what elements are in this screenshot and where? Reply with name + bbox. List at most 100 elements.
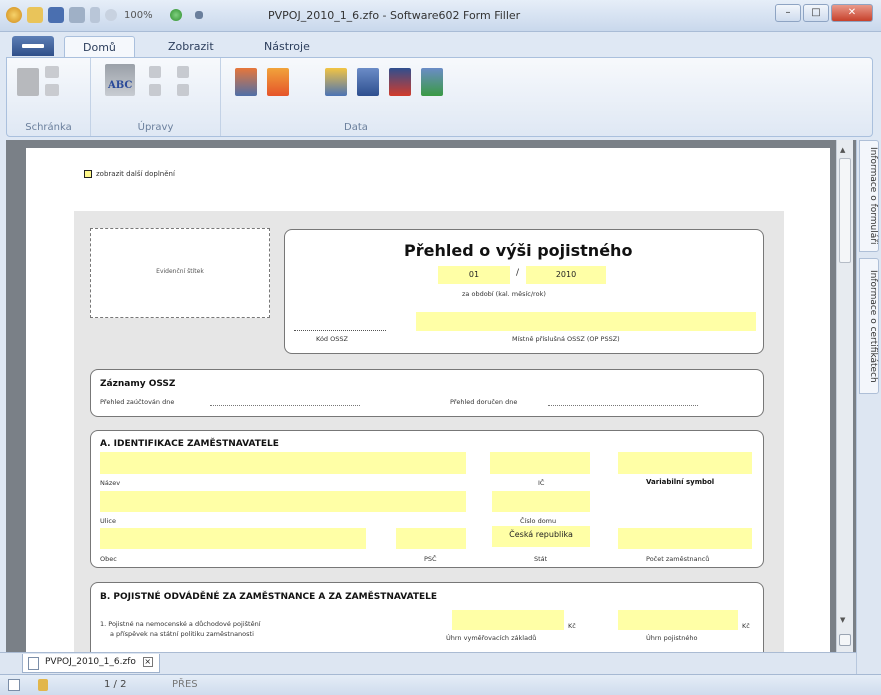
scroll-thumb[interactable] — [839, 158, 851, 263]
form-page: zobrazit další doplnění Evidenční štítek… — [26, 148, 830, 652]
page-indicator: 1 / 2 — [104, 679, 127, 690]
currency-label-2: Kč — [742, 622, 750, 630]
lock-icon — [38, 679, 48, 691]
period-month-field[interactable]: 01 — [438, 266, 510, 284]
print-icon[interactable] — [69, 7, 85, 23]
ic-label: IČ — [538, 479, 545, 487]
form-title: Přehled o výši pojistného — [404, 241, 633, 260]
assessment-base-field[interactable] — [452, 610, 564, 630]
ribbon: Schránka ABC Úpravy Data — [6, 57, 873, 137]
premium-total-field[interactable] — [618, 610, 738, 630]
section-a-heading: A. IDENTIFIKACE ZAMĚSTNAVATELE — [100, 439, 279, 449]
zoom-out-icon[interactable] — [105, 9, 117, 21]
tab-nastroje[interactable]: Nástroje — [246, 36, 328, 57]
export-data-icon[interactable] — [267, 68, 289, 96]
section-b-heading: B. POJISTNÉ ODVÁDĚNÉ ZA ZAMĚSTNANCE A ZA… — [100, 592, 438, 602]
document-tab-bar: PVPOJ_2010_1_6.zfo × — [0, 652, 856, 674]
group-data-label: Data — [344, 122, 368, 133]
street-label: Ulice — [100, 517, 116, 525]
maximize-button[interactable]: □ — [803, 4, 829, 22]
customize-toolbar-icon[interactable] — [194, 11, 203, 19]
street-field[interactable] — [100, 491, 466, 512]
save-data-icon[interactable] — [357, 68, 379, 96]
status-bar: 1 / 2 PŘES — [0, 674, 881, 695]
zoom-level: 100% — [124, 9, 153, 21]
tab-certificate-info[interactable]: Informace o certifikátech — [859, 258, 879, 394]
period-year-field[interactable]: 2010 — [526, 266, 606, 284]
local-ossz-label: Místně příslušná OSSZ (OP PSSZ) — [512, 335, 620, 343]
house-number-label: Číslo domu — [520, 517, 557, 525]
group-clipboard-label: Schránka — [25, 122, 72, 133]
period-label: za období (kal. měsíc/rok) — [462, 290, 546, 298]
city-label: Obec — [100, 555, 117, 563]
show-more-toggle[interactable]: zobrazit další doplnění — [84, 170, 175, 178]
tab-form-info[interactable]: Informace o formuláři — [859, 140, 879, 252]
country-field[interactable]: Česká republika — [492, 526, 590, 547]
close-button[interactable]: ✕ — [831, 4, 873, 22]
save-icon[interactable] — [48, 7, 64, 23]
spellcheck-icon[interactable]: ABC — [105, 64, 135, 96]
vertical-scrollbar[interactable]: ▲ ▼ — [836, 140, 853, 652]
document-status-icon — [8, 679, 20, 691]
copy-icon[interactable] — [45, 84, 59, 96]
replace-icon[interactable] — [149, 84, 161, 96]
zoom-in-icon[interactable] — [169, 9, 182, 21]
application-menu-button[interactable] — [12, 36, 54, 56]
city-field[interactable] — [100, 528, 366, 549]
paste-icon[interactable] — [17, 68, 39, 96]
validate-icon[interactable] — [421, 68, 443, 96]
minimize-button[interactable]: – — [775, 4, 801, 22]
item1-text-line2: a příspěvek na státní politiku zaměstnan… — [110, 630, 254, 638]
undo-large-icon[interactable] — [177, 66, 189, 78]
undo-icon[interactable] — [90, 7, 100, 23]
show-more-label: zobrazit další doplnění — [96, 170, 175, 178]
group-edit-label: Úpravy — [137, 122, 174, 133]
stamp-label: Evidenční štítek — [156, 268, 204, 275]
document-file-icon — [28, 657, 39, 670]
records-posted-line — [210, 405, 360, 406]
records-delivered-label: Přehled doručen dne — [450, 398, 518, 406]
employer-name-field[interactable] — [100, 452, 466, 474]
kod-ossz-label: Kód OSSZ — [316, 335, 348, 343]
app-logo-icon[interactable] — [6, 7, 22, 23]
postal-code-field[interactable] — [396, 528, 466, 549]
local-ossz-field[interactable] — [416, 312, 756, 331]
name-label: Název — [100, 479, 121, 487]
records-heading: Záznamy OSSZ — [100, 379, 176, 389]
records-panel — [90, 369, 764, 417]
scroll-up-icon[interactable]: ▲ — [840, 146, 845, 154]
show-more-checkbox[interactable] — [84, 170, 92, 178]
kod-ossz-line — [294, 330, 386, 331]
ic-field[interactable] — [490, 452, 590, 474]
document-tab-label: PVPOJ_2010_1_6.zfo — [45, 657, 136, 667]
load-data-icon[interactable] — [325, 68, 347, 96]
tab-domu[interactable]: Domů — [64, 36, 135, 57]
split-handle[interactable] — [839, 634, 851, 646]
employee-count-field[interactable] — [618, 528, 752, 549]
sign-data-icon[interactable] — [389, 68, 411, 96]
currency-label-1: Kč — [568, 622, 576, 630]
title-bar: 100% PVPOJ_2010_1_6.zfo - Software602 Fo… — [0, 0, 881, 32]
redo-large-icon[interactable] — [177, 84, 189, 96]
insert-mode-indicator: PŘES — [172, 679, 198, 690]
open-folder-icon[interactable] — [27, 7, 43, 23]
premium-total-label: Úhrn pojistného — [646, 634, 698, 642]
group-data: Data — [221, 58, 491, 136]
variable-symbol-field[interactable] — [618, 452, 752, 474]
scroll-down-icon[interactable]: ▼ — [840, 616, 845, 624]
registration-stamp-box: Evidenční štítek — [90, 228, 270, 318]
window-title: PVPOJ_2010_1_6.zfo - Software602 Form Fi… — [268, 9, 521, 22]
tab-zobrazit[interactable]: Zobrazit — [150, 36, 232, 57]
house-number-field[interactable] — [492, 491, 590, 512]
ribbon-tabs: Domů Zobrazit Nástroje — [0, 33, 881, 57]
find-icon[interactable] — [149, 66, 161, 78]
variable-symbol-label: Variabilní symbol — [646, 478, 715, 486]
item1-text-line1: 1. Pojistné na nemocenské a důchodové po… — [100, 620, 261, 628]
document-tab[interactable]: PVPOJ_2010_1_6.zfo × — [22, 654, 160, 673]
close-tab-icon[interactable]: × — [142, 657, 153, 667]
employee-count-label: Počet zaměstnanců — [646, 555, 710, 563]
cut-icon[interactable] — [45, 66, 59, 78]
group-edit: ABC Úpravy — [91, 58, 221, 136]
import-data-icon[interactable] — [235, 68, 257, 96]
document-area[interactable]: zobrazit další doplnění Evidenční štítek… — [6, 140, 856, 652]
